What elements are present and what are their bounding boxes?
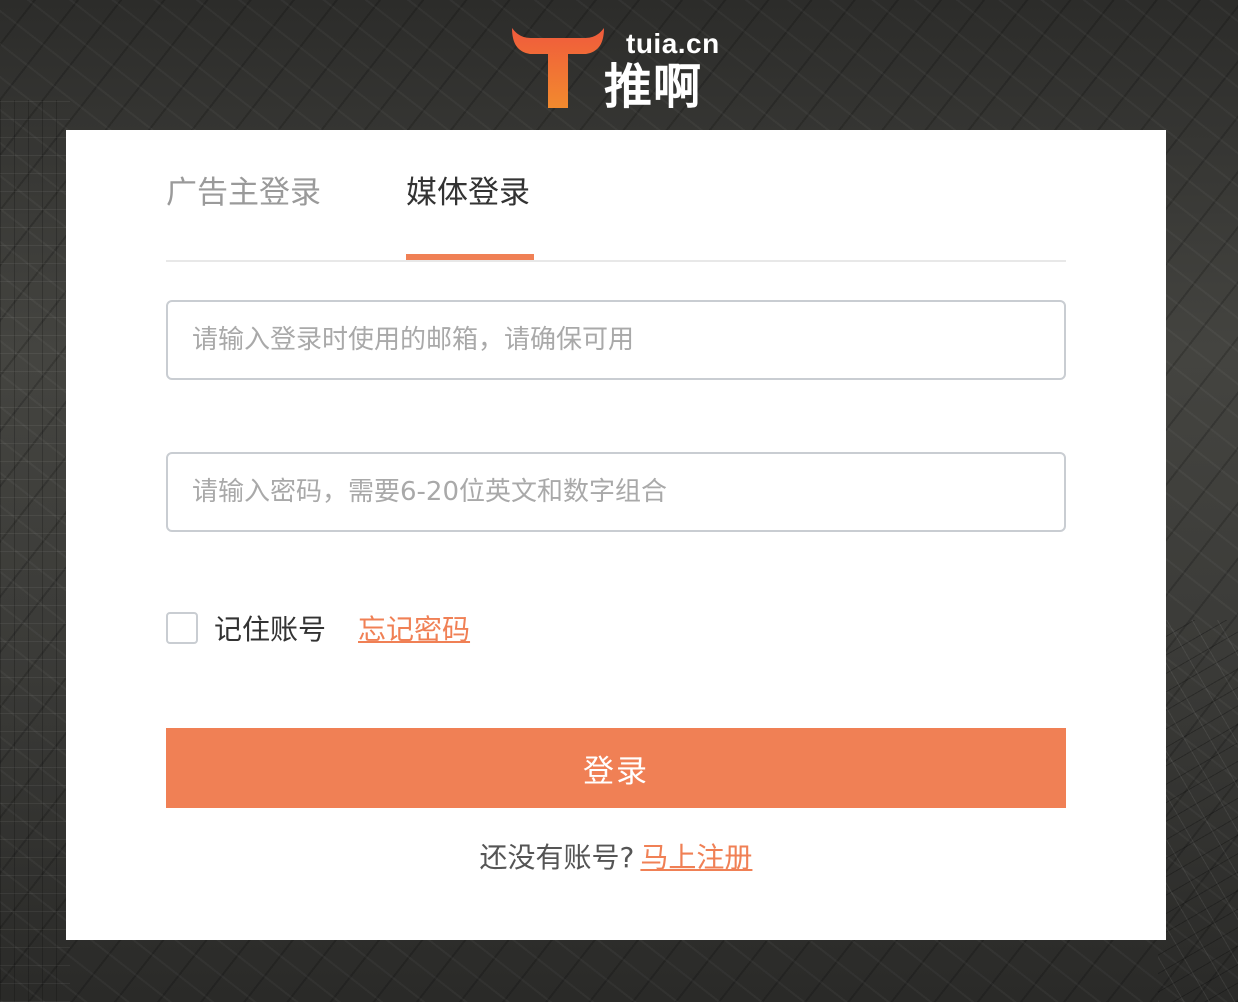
password-field [166, 452, 1066, 532]
email-field [166, 300, 1066, 380]
login-button[interactable]: 登录 [166, 728, 1066, 808]
register-prompt: 还没有账号? [479, 841, 635, 874]
register-row: 还没有账号? 马上注册 [166, 838, 1066, 878]
forgot-password-link[interactable]: 忘记密码 [358, 608, 470, 648]
background-building-left [0, 100, 70, 1002]
active-tab-indicator [406, 254, 534, 260]
bull-horns-t-logo-icon [512, 28, 604, 108]
login-card: 广告主登录 媒体登录 记住账号 忘记密码 登录 还没有账号?马上注册 [66, 130, 1166, 940]
remember-row: 记住账号 忘记密码 [166, 608, 470, 648]
password-input[interactable] [168, 454, 1064, 530]
remember-checkbox[interactable] [166, 612, 198, 644]
register-link[interactable]: 马上注册 [640, 841, 752, 874]
brand-domain: tuia.cn [626, 28, 720, 59]
tab-media-login[interactable]: 媒体登录 [406, 168, 530, 218]
email-input[interactable] [168, 302, 1064, 378]
remember-label: 记住账号 [214, 613, 327, 646]
brand-logo: tuia.cn 推啊 [508, 22, 728, 114]
login-tabs: 广告主登录 媒体登录 [166, 130, 1066, 262]
background-building-right [1158, 620, 1238, 1002]
brand-name: 推啊 [604, 59, 703, 115]
tab-advertiser-login[interactable]: 广告主登录 [166, 168, 321, 218]
